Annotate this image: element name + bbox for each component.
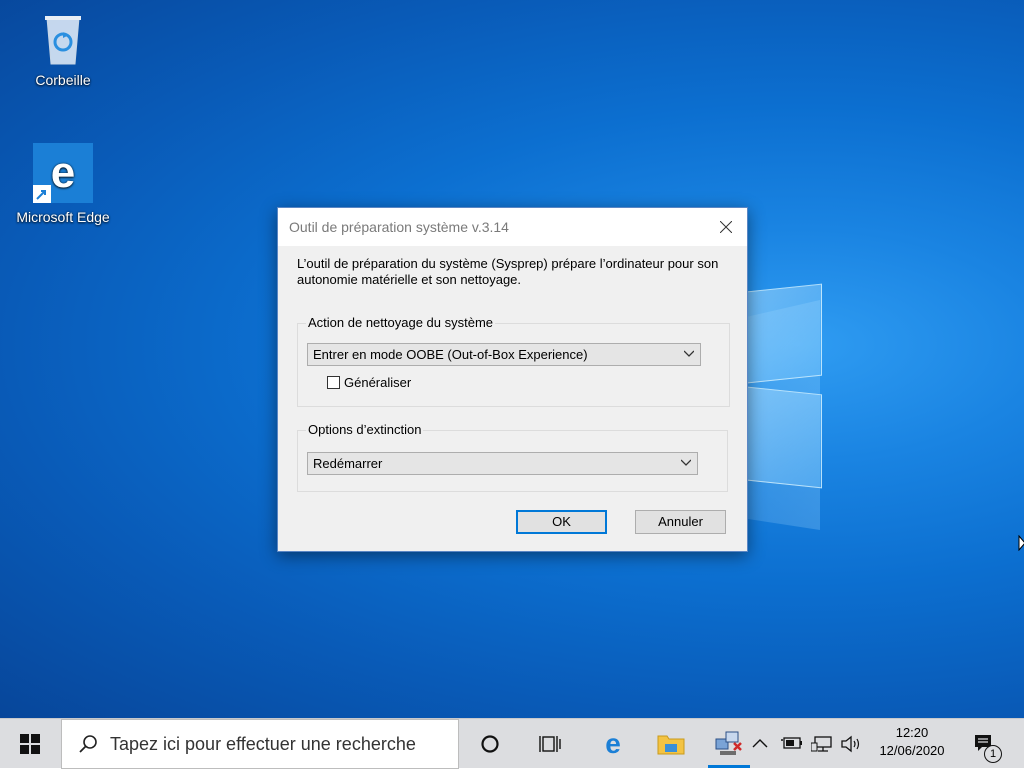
ok-button[interactable]: OK — [516, 510, 607, 534]
cortana-circle-icon — [481, 735, 499, 753]
clock-time: 12:20 — [895, 725, 929, 740]
notification-count-badge: 1 — [984, 745, 1002, 763]
cleanup-action-select[interactable]: Entrer en mode OOBE (Out-of-Box Experien… — [307, 343, 701, 366]
desktop-icon-recycle-bin[interactable]: Corbeille — [10, 10, 116, 88]
dialog-description: L’outil de préparation du système (Syspr… — [297, 256, 719, 287]
desktop-icon-edge[interactable]: e Microsoft Edge — [10, 143, 116, 225]
generalize-label: Généraliser — [344, 375, 412, 390]
desktop-icon-label: Microsoft Edge — [16, 209, 110, 225]
volume-icon[interactable] — [840, 735, 862, 753]
action-center-button[interactable]: 1 — [962, 719, 1006, 769]
file-explorer-button[interactable] — [648, 719, 694, 769]
cancel-button[interactable]: Annuler — [635, 510, 726, 534]
clock-date: 12/06/2020 — [879, 743, 945, 758]
cleanup-action-group: Action de nettoyage du système Entrer en… — [297, 315, 730, 407]
task-view-button[interactable] — [526, 719, 574, 769]
cleanup-action-value: Entrer en mode OOBE (Out-of-Box Experien… — [313, 347, 588, 362]
cleanup-action-label: Action de nettoyage du système — [306, 315, 496, 330]
taskbar-search-box[interactable]: Tapez ici pour effectuer une recherche — [61, 719, 459, 769]
battery-icon[interactable] — [781, 736, 803, 750]
sysprep-taskbar-button[interactable] — [708, 719, 750, 769]
taskbar-edge-button[interactable]: e — [590, 719, 636, 769]
folder-icon — [657, 735, 685, 755]
shutdown-options-label: Options d’extinction — [306, 422, 424, 437]
chevron-down-icon — [681, 459, 691, 466]
sysprep-tool-icon — [715, 731, 742, 755]
search-icon — [79, 735, 97, 753]
search-placeholder: Tapez ici pour effectuer une recherche — [110, 733, 416, 754]
recycle-bin-icon — [45, 16, 81, 65]
svg-text:e: e — [605, 731, 621, 757]
generalize-checkbox-row[interactable]: Généraliser — [327, 375, 411, 390]
edge-icon: e — [605, 731, 621, 757]
shutdown-options-value: Redémarrer — [313, 456, 383, 471]
sysprep-dialog: Outil de préparation système v.3.14 L’ou… — [277, 207, 748, 552]
taskbar-clock[interactable]: 12:20 12/06/2020 — [868, 719, 956, 769]
desktop-icon-label: Corbeille — [35, 72, 91, 88]
close-button[interactable] — [705, 208, 747, 246]
svg-text:e: e — [51, 148, 75, 197]
edge-icon: e — [33, 143, 93, 203]
shutdown-options-group: Options d’extinction Redémarrer — [297, 422, 728, 492]
shutdown-options-select[interactable]: Redémarrer — [307, 452, 698, 475]
taskbar: Tapez ici pour effectuer une recherche e — [0, 718, 1024, 769]
generalize-checkbox[interactable] — [327, 376, 340, 389]
task-view-icon — [539, 736, 561, 752]
network-icon[interactable] — [811, 735, 833, 753]
dialog-title: Outil de préparation système v.3.14 — [289, 219, 509, 235]
dialog-titlebar[interactable]: Outil de préparation système v.3.14 — [278, 208, 747, 246]
windows-logo-icon — [20, 734, 40, 754]
chevron-down-icon — [684, 350, 694, 357]
start-button[interactable] — [0, 719, 60, 769]
cortana-button[interactable] — [466, 719, 514, 769]
close-icon — [720, 221, 732, 233]
mouse-cursor-icon — [1018, 535, 1024, 551]
chevron-up-icon[interactable] — [752, 738, 768, 748]
